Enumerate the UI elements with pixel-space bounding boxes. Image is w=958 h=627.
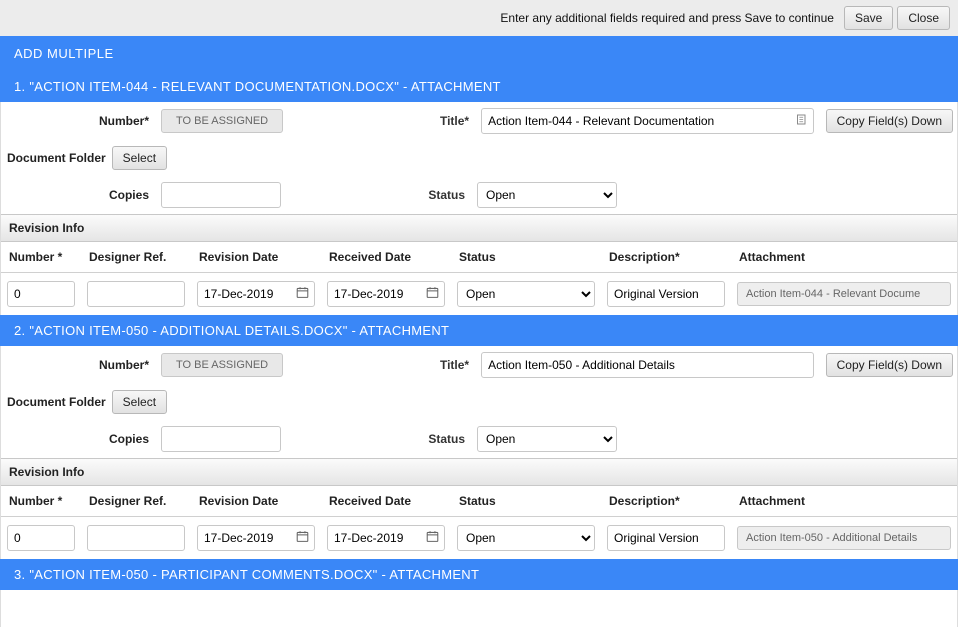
col-designer-ref: Designer Ref. xyxy=(81,486,191,517)
rev-designer-ref-input[interactable] xyxy=(87,525,185,551)
rev-number-input[interactable] xyxy=(7,525,75,551)
rev-received-date-input[interactable] xyxy=(327,525,445,551)
topbar-hint: Enter any additional fields required and… xyxy=(500,11,834,25)
rev-attachment-readonly: Action Item-044 - Relevant Docume xyxy=(737,282,951,306)
select-folder-button[interactable]: Select xyxy=(112,390,167,414)
rev-attachment-readonly: Action Item-050 - Additional Details xyxy=(737,526,951,550)
copies-label: Copies xyxy=(5,188,155,202)
status-label: Status xyxy=(411,432,471,446)
topbar: Enter any additional fields required and… xyxy=(0,0,958,36)
col-attachment: Attachment xyxy=(731,242,957,273)
close-button[interactable]: Close xyxy=(897,6,950,30)
table-row: Open Action Item-044 - Relevant Docume xyxy=(1,273,957,316)
col-description: Description* xyxy=(601,242,731,273)
rev-revision-date-input[interactable] xyxy=(197,281,315,307)
col-number: Number * xyxy=(1,486,81,517)
col-revision-date: Revision Date xyxy=(191,242,321,273)
rev-status-select[interactable]: Open xyxy=(457,525,595,551)
number-value-readonly: TO BE ASSIGNED xyxy=(161,109,283,133)
main-header: ADD MULTIPLE xyxy=(0,36,958,71)
revision-info-header: Revision Info xyxy=(1,214,957,242)
item-header: 2. "ACTION ITEM-050 - ADDITIONAL DETAILS… xyxy=(0,315,958,346)
col-description: Description* xyxy=(601,486,731,517)
copies-input[interactable] xyxy=(161,426,281,452)
rev-designer-ref-input[interactable] xyxy=(87,281,185,307)
copy-fields-down-button[interactable]: Copy Field(s) Down xyxy=(826,109,953,133)
status-label: Status xyxy=(411,188,471,202)
rev-number-input[interactable] xyxy=(7,281,75,307)
rev-status-select[interactable]: Open xyxy=(457,281,595,307)
item-header: 3. "ACTION ITEM-050 - PARTICIPANT COMMEN… xyxy=(0,559,958,590)
number-value-readonly: TO BE ASSIGNED xyxy=(161,353,283,377)
copy-fields-down-button[interactable]: Copy Field(s) Down xyxy=(826,353,953,377)
number-label: Number* xyxy=(5,358,155,372)
item-form xyxy=(0,590,958,627)
save-button[interactable]: Save xyxy=(844,6,893,30)
col-received-date: Received Date xyxy=(321,242,451,273)
title-input[interactable] xyxy=(481,108,814,134)
revision-table: Number * Designer Ref. Revision Date Rec… xyxy=(1,242,957,315)
item-form: Number* TO BE ASSIGNED Title* Copy Field… xyxy=(0,346,958,559)
app-scroll-container[interactable]: Enter any additional fields required and… xyxy=(0,0,958,627)
title-input[interactable] xyxy=(481,352,814,378)
col-revision-date: Revision Date xyxy=(191,486,321,517)
rev-revision-date-input[interactable] xyxy=(197,525,315,551)
rev-description-input[interactable] xyxy=(607,281,725,307)
copies-label: Copies xyxy=(5,432,155,446)
revision-table: Number * Designer Ref. Revision Date Rec… xyxy=(1,486,957,559)
col-status: Status xyxy=(451,242,601,273)
col-status: Status xyxy=(451,486,601,517)
revision-info-header: Revision Info xyxy=(1,458,957,486)
status-select[interactable]: Open xyxy=(477,182,617,208)
number-label: Number* xyxy=(5,114,155,128)
col-attachment: Attachment xyxy=(731,486,957,517)
col-received-date: Received Date xyxy=(321,486,451,517)
col-number: Number * xyxy=(1,242,81,273)
rev-description-input[interactable] xyxy=(607,525,725,551)
doc-folder-label: Document Folder xyxy=(5,395,106,409)
doc-folder-label: Document Folder xyxy=(5,151,106,165)
title-label: Title* xyxy=(415,114,475,128)
copies-input[interactable] xyxy=(161,182,281,208)
select-folder-button[interactable]: Select xyxy=(112,146,167,170)
col-designer-ref: Designer Ref. xyxy=(81,242,191,273)
status-select[interactable]: Open xyxy=(477,426,617,452)
rev-received-date-input[interactable] xyxy=(327,281,445,307)
table-row: Open Action Item-050 - Additional Detail… xyxy=(1,517,957,560)
title-label: Title* xyxy=(415,358,475,372)
item-header: 1. "ACTION ITEM-044 - RELEVANT DOCUMENTA… xyxy=(0,71,958,102)
item-form: Number* TO BE ASSIGNED Title* Copy Field… xyxy=(0,102,958,315)
